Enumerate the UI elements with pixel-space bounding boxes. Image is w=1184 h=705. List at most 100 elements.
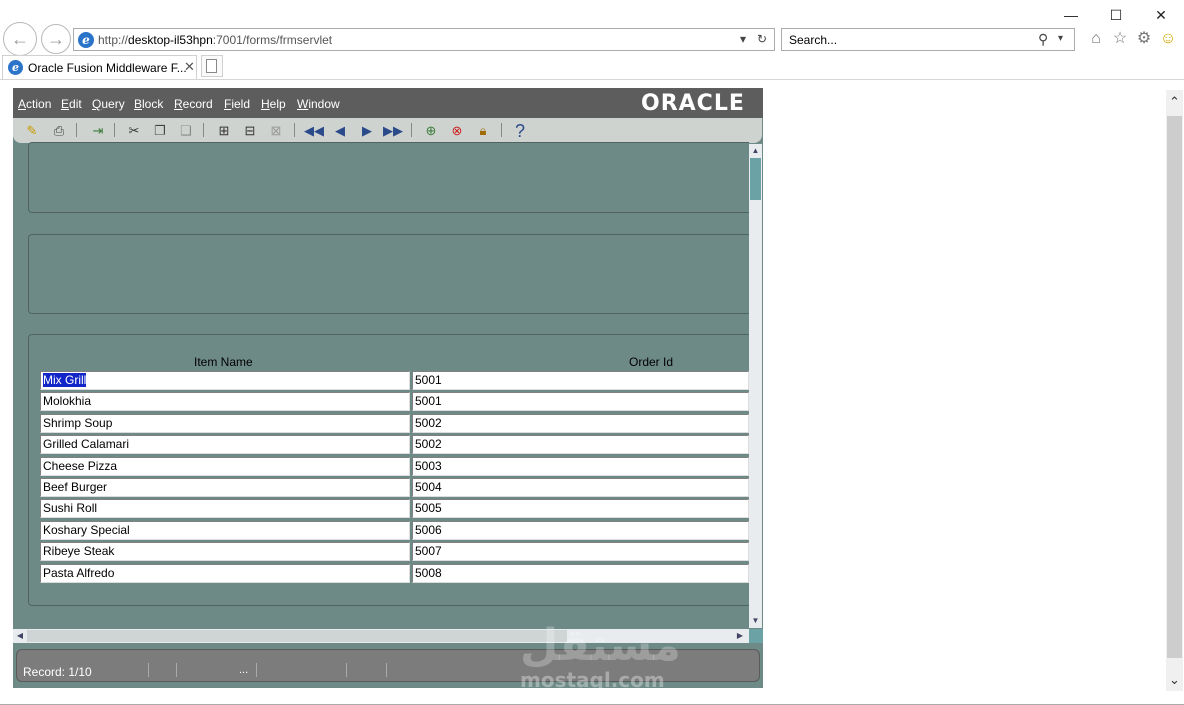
item-name-value: Koshary Special bbox=[43, 522, 130, 537]
table-row: Grilled Calamari 5002 bbox=[40, 435, 749, 455]
minimize-button[interactable]: — bbox=[1056, 4, 1086, 26]
menu-query[interactable]: Query bbox=[92, 97, 125, 111]
order-id-field[interactable]: 5001 bbox=[412, 371, 749, 390]
toolbar-separator bbox=[411, 123, 412, 137]
new-tab-icon bbox=[206, 59, 217, 73]
search-dropdown-icon[interactable]: ▾ bbox=[1058, 33, 1063, 44]
canvas-scroll-up-icon[interactable]: ▲ bbox=[749, 144, 762, 157]
paste-icon[interactable]: ❑ bbox=[176, 121, 196, 141]
address-bar[interactable]: e http://desktop-il53hpn:7001/forms/frms… bbox=[73, 28, 775, 51]
table-row: Molokhia 5001 bbox=[40, 392, 749, 412]
search-box[interactable]: Search... ⚲ ▾ bbox=[781, 28, 1075, 51]
status-divider bbox=[148, 663, 149, 677]
item-name-field[interactable]: Cheese Pizza bbox=[40, 456, 410, 476]
item-name-value: Pasta Alfredo bbox=[43, 565, 115, 580]
order-id-field[interactable]: 5002 bbox=[412, 413, 749, 433]
toolbar-separator bbox=[203, 123, 204, 137]
oracle-logo: ORACLE bbox=[641, 91, 745, 116]
order-id-field[interactable]: 5003 bbox=[412, 456, 749, 476]
item-name-field[interactable]: Sushi Roll bbox=[40, 499, 410, 519]
canvas-scroll-down-icon[interactable]: ▼ bbox=[749, 614, 762, 627]
next-block-icon[interactable]: ▶▶ bbox=[383, 121, 403, 141]
help-icon[interactable]: ? bbox=[510, 121, 530, 141]
item-name-field[interactable]: Pasta Alfredo bbox=[40, 563, 410, 583]
tab-close-icon[interactable]: ✕ bbox=[184, 59, 195, 75]
home-icon[interactable]: ⌂ bbox=[1086, 29, 1106, 49]
item-name-field[interactable]: Shrimp Soup bbox=[40, 413, 410, 433]
item-name-field[interactable]: Mix Grill bbox=[40, 371, 410, 390]
scroll-down-icon[interactable]: ⌄ bbox=[1166, 670, 1183, 690]
favorites-star-icon[interactable]: ☆ bbox=[1110, 29, 1130, 49]
exit-icon[interactable]: ⇥ bbox=[88, 121, 108, 141]
item-name-value: Sushi Roll bbox=[43, 501, 98, 516]
menu-block[interactable]: Block bbox=[134, 97, 163, 111]
canvas-vscroll-thumb[interactable] bbox=[750, 158, 761, 200]
print-icon[interactable]: ⎙ bbox=[49, 121, 69, 141]
copy-icon[interactable]: ❐ bbox=[150, 121, 170, 141]
menu-edit[interactable]: Edit bbox=[61, 97, 82, 111]
enter-query-icon[interactable]: ⊞ bbox=[214, 121, 234, 141]
canvas-hscroll-thumb[interactable] bbox=[27, 630, 567, 642]
lock-record-icon[interactable]: 🔒︎ bbox=[473, 121, 493, 141]
save-icon[interactable]: ✎ bbox=[22, 121, 42, 141]
column-header-item-name: Item Name bbox=[194, 355, 253, 369]
canvas-vertical-scrollbar[interactable]: ▲ ▼ bbox=[749, 144, 762, 628]
status-ellipsis: ... bbox=[239, 664, 249, 676]
next-record-icon[interactable]: ▶ bbox=[357, 121, 377, 141]
page-scroll-thumb[interactable] bbox=[1167, 116, 1182, 658]
address-dropdown-icon[interactable]: ▾ bbox=[740, 32, 746, 46]
table-row: Mix Grill 5001 bbox=[40, 371, 749, 391]
scroll-up-icon[interactable]: ⌃ bbox=[1166, 92, 1183, 112]
status-divider bbox=[386, 663, 387, 677]
status-divider bbox=[176, 663, 177, 677]
search-icon[interactable]: ⚲ bbox=[1038, 31, 1048, 48]
canvas-scroll-left-icon[interactable]: ◀ bbox=[13, 629, 27, 643]
order-id-field[interactable]: 5002 bbox=[412, 435, 749, 455]
column-header-order-id: Order Id bbox=[629, 355, 674, 369]
menu-help[interactable]: Help bbox=[261, 97, 286, 111]
order-id-field[interactable]: 5008 bbox=[412, 563, 749, 583]
page-scrollbar[interactable]: ⌃ ⌄ bbox=[1166, 90, 1183, 691]
order-id-field[interactable]: 5006 bbox=[412, 520, 749, 540]
delete-record-icon[interactable]: ⊗ bbox=[447, 121, 467, 141]
toolbar-separator bbox=[76, 123, 77, 137]
execute-query-icon[interactable]: ⊟ bbox=[240, 121, 260, 141]
item-name-value: Mix Grill bbox=[43, 373, 87, 387]
status-divider bbox=[346, 663, 347, 677]
cut-icon[interactable]: ✂ bbox=[124, 121, 144, 141]
forward-button[interactable]: → bbox=[41, 24, 71, 54]
item-name-field[interactable]: Koshary Special bbox=[40, 520, 410, 540]
back-button[interactable]: ← bbox=[3, 22, 37, 56]
ie-tab-icon: e bbox=[8, 60, 23, 75]
browser-tab[interactable]: e Oracle Fusion Middleware F... ✕ bbox=[2, 55, 197, 79]
menu-window[interactable]: Window bbox=[297, 97, 340, 111]
menu-record[interactable]: Record bbox=[174, 97, 213, 111]
form-canvas: Item Name Order Id Mix Grill 5001 Molokhia… bbox=[13, 142, 749, 628]
new-tab-button[interactable] bbox=[201, 55, 223, 77]
close-button[interactable]: ✕ bbox=[1146, 4, 1176, 26]
item-name-field[interactable]: Ribeye Steak bbox=[40, 542, 410, 562]
feedback-smiley-icon[interactable]: ☺ bbox=[1158, 29, 1178, 49]
menu-action[interactable]: Action bbox=[18, 97, 51, 111]
order-id-field[interactable]: 5004 bbox=[412, 478, 749, 497]
previous-record-icon[interactable]: ◀ bbox=[330, 121, 350, 141]
search-input[interactable]: Search... bbox=[789, 33, 837, 47]
settings-gear-icon[interactable]: ⚙ bbox=[1134, 29, 1154, 49]
table-row: Beef Burger 5004 bbox=[40, 478, 749, 498]
order-id-field[interactable]: 5007 bbox=[412, 542, 749, 562]
refresh-icon[interactable]: ↻ bbox=[757, 32, 767, 46]
item-name-field[interactable]: Beef Burger bbox=[40, 478, 410, 497]
maximize-button[interactable]: ☐ bbox=[1101, 4, 1131, 26]
canvas-scroll-right-icon[interactable]: ▶ bbox=[733, 629, 747, 643]
insert-record-icon[interactable]: ⊕ bbox=[421, 121, 441, 141]
menu-field[interactable]: Field bbox=[224, 97, 250, 111]
toolbar-separator bbox=[501, 123, 502, 137]
previous-block-icon[interactable]: ◀◀ bbox=[304, 121, 324, 141]
watermark-arabic: مستقل bbox=[520, 620, 681, 671]
order-id-field[interactable]: 5005 bbox=[412, 499, 749, 519]
order-id-field[interactable]: 5001 bbox=[412, 392, 749, 412]
item-name-field[interactable]: Molokhia bbox=[40, 392, 410, 412]
cancel-query-icon[interactable]: ⊠ bbox=[266, 121, 286, 141]
item-name-field[interactable]: Grilled Calamari bbox=[40, 435, 410, 455]
record-counter: Record: 1/10 bbox=[23, 665, 92, 679]
